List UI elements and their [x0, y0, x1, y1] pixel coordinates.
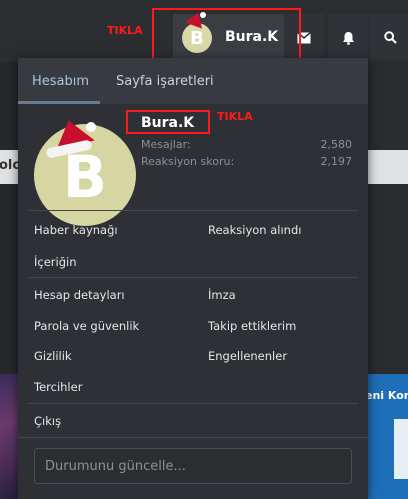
tab-bookmarks[interactable]: Sayfa işaretleri — [116, 74, 214, 89]
tab-account[interactable]: Hesabım — [32, 74, 89, 89]
hat-pompom — [86, 122, 96, 132]
search-button[interactable] — [370, 14, 408, 60]
background-banner-graphic — [394, 419, 408, 479]
status-update-input[interactable] — [34, 448, 352, 484]
background-banner-right: eni Kon — [365, 374, 408, 499]
bell-icon — [342, 31, 354, 45]
menu-item-signature[interactable]: İmza — [208, 288, 236, 302]
divider — [28, 277, 358, 278]
background-heading-strip: olo — [0, 150, 21, 184]
menu-item-following[interactable]: Takip ettiklerim — [208, 319, 296, 333]
annotation-highlight-box — [152, 8, 301, 63]
stat-label-reaction-score: Reaksiyon skoru: — [141, 155, 235, 168]
account-dropdown-panel: Hesabım Sayfa işaretleri B Bura.K TIKLA … — [18, 58, 368, 499]
menu-item-reactions-received[interactable]: Reaksiyon alındı — [208, 223, 301, 237]
menu-item-password-security[interactable]: Parola ve güvenlik — [34, 319, 139, 333]
background-image-left — [0, 374, 18, 499]
stat-value-reaction-score: 2,197 — [320, 155, 353, 168]
stat-label-messages: Mesajlar: — [141, 138, 191, 151]
menu-item-preferences[interactable]: Tercihler — [34, 380, 82, 394]
stat-value-messages: 2,580 — [320, 138, 353, 151]
search-icon — [383, 31, 397, 44]
panel-tabs: Hesabım Sayfa işaretleri — [18, 58, 368, 104]
annotation-label: TIKLA — [217, 110, 253, 123]
divider — [28, 403, 358, 404]
logout-link[interactable]: Çıkış — [34, 414, 61, 428]
annotation-label: TIKLA — [107, 24, 143, 37]
menu-item-ignored[interactable]: Engellenenler — [208, 349, 287, 363]
menu-item-privacy[interactable]: Gizlilik — [34, 349, 72, 363]
alerts-button[interactable] — [328, 14, 368, 60]
background-heading-strip-right — [368, 150, 408, 184]
divider — [28, 210, 358, 211]
menu-item-your-content[interactable]: İçeriğin — [34, 255, 77, 269]
divider — [18, 437, 368, 438]
menu-item-news-feed[interactable]: Haber kaynağı — [34, 223, 118, 237]
menu-item-account-details[interactable]: Hesap detayları — [34, 288, 125, 302]
active-tab-indicator — [18, 101, 100, 104]
annotation-highlight-box — [126, 110, 210, 134]
